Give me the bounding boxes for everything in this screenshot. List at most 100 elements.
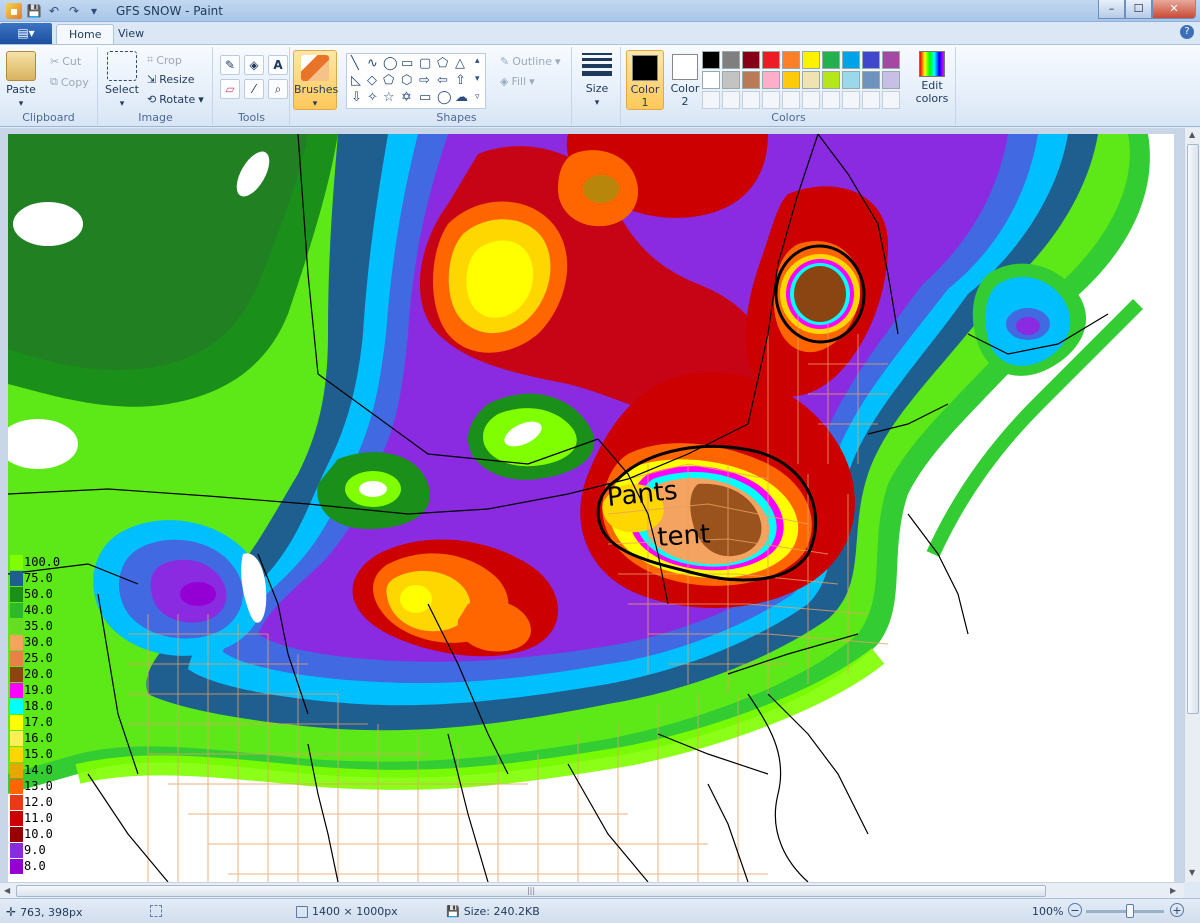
- paint-menu-button[interactable]: ▤▾: [0, 23, 52, 44]
- custom-color-slot[interactable]: [862, 91, 880, 109]
- down-arrow-shape-icon[interactable]: ⇩: [351, 90, 362, 105]
- resize-button[interactable]: ⇲ Resize: [147, 73, 194, 86]
- scroll-right-icon[interactable]: ▶: [1170, 886, 1176, 895]
- maximize-button[interactable]: ☐: [1125, 0, 1152, 19]
- custom-color-slot[interactable]: [782, 91, 800, 109]
- diamond-shape-icon[interactable]: ◇: [367, 73, 377, 88]
- pentagon-shape-icon[interactable]: ⬠: [383, 73, 394, 88]
- palette-color-swatch[interactable]: [862, 71, 880, 89]
- custom-color-slot[interactable]: [882, 91, 900, 109]
- palette-color-swatch[interactable]: [782, 71, 800, 89]
- fill-bucket-icon[interactable]: ◈: [244, 55, 264, 75]
- color2-button[interactable]: Color 2: [666, 50, 704, 110]
- copy-button[interactable]: ⧉ Copy: [50, 75, 89, 89]
- shapes-gallery[interactable]: ╲ ∿ ◯ ▭ ▢ ⬠ △ ◺ ◇ ⬠ ⬡ ⇨ ⇦ ⇧ ⇩ ✧ ☆ ✡ ▭ ◯ …: [346, 53, 486, 109]
- save-icon[interactable]: 💾: [26, 3, 42, 19]
- cut-button[interactable]: ✂ Cut: [50, 55, 81, 68]
- palette-color-swatch[interactable]: [802, 51, 820, 69]
- five-point-star-shape-icon[interactable]: ☆: [383, 90, 395, 105]
- eraser-icon[interactable]: ▱: [220, 79, 240, 99]
- palette-color-swatch[interactable]: [802, 71, 820, 89]
- palette-color-swatch[interactable]: [842, 71, 860, 89]
- paste-button[interactable]: Paste ▾: [4, 51, 38, 109]
- customize-qat-icon[interactable]: ▾: [86, 3, 102, 19]
- edit-colors-button[interactable]: Edit colors: [912, 51, 952, 105]
- palette-color-swatch[interactable]: [702, 51, 720, 69]
- rounded-rectangle-shape-icon[interactable]: ▢: [419, 56, 431, 71]
- scroll-left-icon[interactable]: ◀: [4, 886, 10, 895]
- zoom-out-button[interactable]: −: [1068, 903, 1082, 917]
- four-point-star-shape-icon[interactable]: ✧: [367, 90, 378, 105]
- rotate-button[interactable]: ⟲ Rotate ▾: [147, 93, 204, 106]
- image-dimensions-icon: [296, 905, 308, 918]
- palette-color-swatch[interactable]: [742, 51, 760, 69]
- pencil-icon[interactable]: ✎: [220, 55, 240, 75]
- palette-color-swatch[interactable]: [882, 71, 900, 89]
- crop-button[interactable]: ⌗ Crop: [147, 53, 182, 67]
- palette-color-swatch[interactable]: [762, 51, 780, 69]
- shapes-expand-icon[interactable]: ▿: [475, 92, 480, 102]
- palette-color-swatch[interactable]: [822, 51, 840, 69]
- hexagon-shape-icon[interactable]: ⬡: [401, 73, 412, 88]
- palette-color-swatch[interactable]: [842, 51, 860, 69]
- color1-button[interactable]: Color 1: [626, 50, 664, 110]
- vertical-scrollbar[interactable]: ▲ ▼: [1184, 128, 1200, 882]
- custom-color-slot[interactable]: [722, 91, 740, 109]
- palette-color-swatch[interactable]: [882, 51, 900, 69]
- cloud-callout-shape-icon[interactable]: ☁: [455, 90, 468, 105]
- scroll-up-icon[interactable]: ▲: [1189, 130, 1195, 139]
- vertical-scroll-thumb[interactable]: [1187, 144, 1199, 714]
- outline-button[interactable]: ✎ Outline ▾: [500, 55, 561, 68]
- custom-color-slot[interactable]: [842, 91, 860, 109]
- color-picker-icon[interactable]: ⁄: [244, 79, 264, 99]
- palette-color-swatch[interactable]: [862, 51, 880, 69]
- palette-color-swatch[interactable]: [722, 71, 740, 89]
- rounded-callout-shape-icon[interactable]: ▭: [419, 90, 431, 105]
- shapes-scroll-up-icon[interactable]: ▴: [475, 56, 480, 66]
- size-button[interactable]: Size ▾: [579, 51, 615, 108]
- close-button[interactable]: ✕: [1152, 0, 1196, 19]
- palette-color-swatch[interactable]: [762, 71, 780, 89]
- magnifier-icon[interactable]: ⌕: [268, 79, 288, 99]
- custom-color-slot[interactable]: [762, 91, 780, 109]
- redo-icon[interactable]: ↷: [66, 3, 82, 19]
- palette-color-swatch[interactable]: [782, 51, 800, 69]
- scroll-down-icon[interactable]: ▼: [1189, 868, 1195, 877]
- up-arrow-shape-icon[interactable]: ⇧: [455, 73, 466, 88]
- palette-color-swatch[interactable]: [722, 51, 740, 69]
- help-icon[interactable]: ?: [1180, 25, 1194, 39]
- right-triangle-shape-icon[interactable]: ◺: [351, 73, 361, 88]
- fill-button[interactable]: ◈ Fill ▾: [500, 75, 535, 88]
- rectangle-shape-icon[interactable]: ▭: [401, 56, 413, 71]
- oval-shape-icon[interactable]: ◯: [383, 56, 398, 71]
- tab-view[interactable]: View: [106, 24, 156, 44]
- paint-app-icon[interactable]: ▪: [6, 3, 22, 19]
- six-point-star-shape-icon[interactable]: ✡: [401, 90, 412, 105]
- left-arrow-shape-icon[interactable]: ⇦: [437, 73, 448, 88]
- horizontal-scroll-thumb[interactable]: |||: [16, 885, 1046, 897]
- palette-color-swatch[interactable]: [742, 71, 760, 89]
- line-shape-icon[interactable]: ╲: [351, 56, 359, 71]
- custom-color-slot[interactable]: [742, 91, 760, 109]
- text-tool-icon[interactable]: A: [268, 55, 288, 75]
- polygon-shape-icon[interactable]: ⬠: [437, 56, 448, 71]
- brushes-button[interactable]: Brushes ▾: [293, 50, 338, 110]
- triangle-shape-icon[interactable]: △: [455, 56, 465, 71]
- custom-color-slot[interactable]: [822, 91, 840, 109]
- select-button[interactable]: Select ▾: [105, 51, 139, 109]
- minimize-button[interactable]: –: [1098, 0, 1125, 19]
- zoom-slider-thumb[interactable]: [1126, 904, 1134, 918]
- palette-color-swatch[interactable]: [822, 71, 840, 89]
- undo-icon[interactable]: ↶: [46, 3, 62, 19]
- shapes-scroll-down-icon[interactable]: ▾: [475, 74, 480, 84]
- custom-color-slot[interactable]: [802, 91, 820, 109]
- right-arrow-shape-icon[interactable]: ⇨: [419, 73, 430, 88]
- zoom-in-button[interactable]: +: [1170, 903, 1184, 917]
- zoom-slider-track[interactable]: [1086, 910, 1164, 913]
- horizontal-scrollbar[interactable]: ◀ ||| ▶: [0, 882, 1184, 898]
- drawing-canvas[interactable]: Pants tent 100.0 75.0 50.0 40.0 35.0 30.0 25.0…: [8, 134, 1174, 882]
- custom-color-slot[interactable]: [702, 91, 720, 109]
- palette-color-swatch[interactable]: [702, 71, 720, 89]
- oval-callout-shape-icon[interactable]: ◯: [437, 90, 452, 105]
- curve-shape-icon[interactable]: ∿: [367, 56, 378, 71]
